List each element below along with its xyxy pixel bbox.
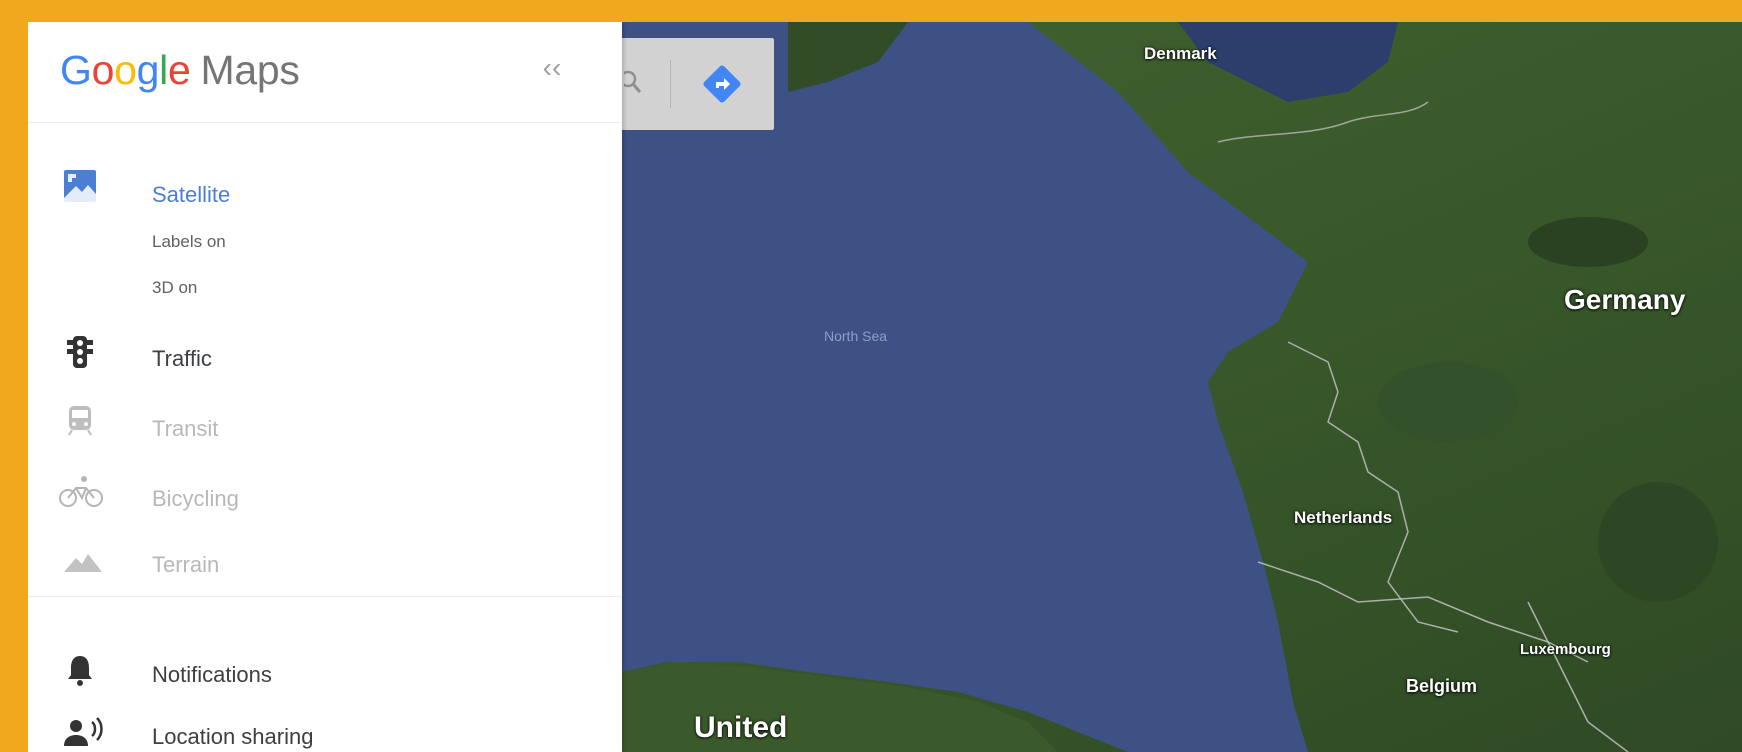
train-icon (68, 406, 92, 436)
map-label-germany[interactable]: Germany (1564, 284, 1685, 316)
logo-suffix: Maps (200, 47, 300, 93)
panel-divider (28, 596, 622, 597)
menu-item-bicycling-label: Bicycling (152, 486, 239, 511)
menu-item-location-sharing[interactable]: Location sharing (28, 710, 622, 752)
3d-on-option[interactable]: 3D on (152, 278, 197, 298)
satellite-icon (64, 170, 96, 202)
maps-window: Denmark Germany North Sea Netherlands Be… (28, 22, 1742, 752)
panel-header: Google Maps ‹‹ (28, 22, 622, 123)
menu-item-notifications-label: Notifications (152, 662, 272, 687)
logo-letter: g (136, 47, 160, 93)
search-box[interactable] (622, 38, 774, 130)
menu-item-terrain-label: Terrain (152, 552, 220, 577)
location-sharing-icon (64, 717, 103, 746)
logo-letter: l (159, 47, 168, 93)
map-label-belgium[interactable]: Belgium (1406, 676, 1477, 697)
collapse-menu-button[interactable]: ‹‹ (532, 50, 572, 90)
bicycle-icon (59, 476, 103, 507)
search-divider (670, 60, 671, 108)
traffic-light-icon (67, 336, 93, 368)
menu-item-satellite-label: Satellite (152, 182, 231, 207)
logo-letter: e (167, 47, 191, 93)
menu-item-traffic-label: Traffic (152, 346, 212, 371)
map-label-united[interactable]: United (694, 711, 787, 745)
logo-letter: o (91, 47, 115, 93)
terrain-icon (64, 554, 102, 572)
search-icon[interactable] (624, 68, 648, 96)
menu-item-terrain[interactable]: Terrain (28, 530, 622, 590)
menu-item-notifications[interactable]: Notifications (28, 642, 622, 702)
menu-item-bicycling[interactable]: Bicycling (28, 462, 622, 522)
logo-letter: o (114, 47, 137, 93)
map-label-denmark[interactable]: Denmark (1144, 44, 1217, 64)
menu-item-transit[interactable]: Transit (28, 392, 622, 452)
directions-icon[interactable] (700, 62, 744, 106)
labels-on-option[interactable]: Labels on (152, 232, 226, 252)
bell-icon (68, 656, 92, 686)
map-label-north-sea[interactable]: North Sea (824, 328, 887, 344)
logo-letter: G (60, 47, 92, 93)
google-maps-logo: Google Maps (60, 47, 300, 94)
menu-item-transit-label: Transit (152, 416, 219, 441)
map-label-luxembourg[interactable]: Luxembourg (1520, 641, 1611, 658)
side-menu: GoogleMaps ‹‹ Satellite Labels on 3D on (28, 22, 622, 752)
menu-item-traffic[interactable]: Traffic (28, 322, 622, 382)
menu-item-location-sharing-label: Location sharing (152, 724, 314, 749)
map-label-netherlands[interactable]: Netherlands (1294, 508, 1392, 528)
menu-item-satellite[interactable]: Satellite (28, 162, 622, 212)
